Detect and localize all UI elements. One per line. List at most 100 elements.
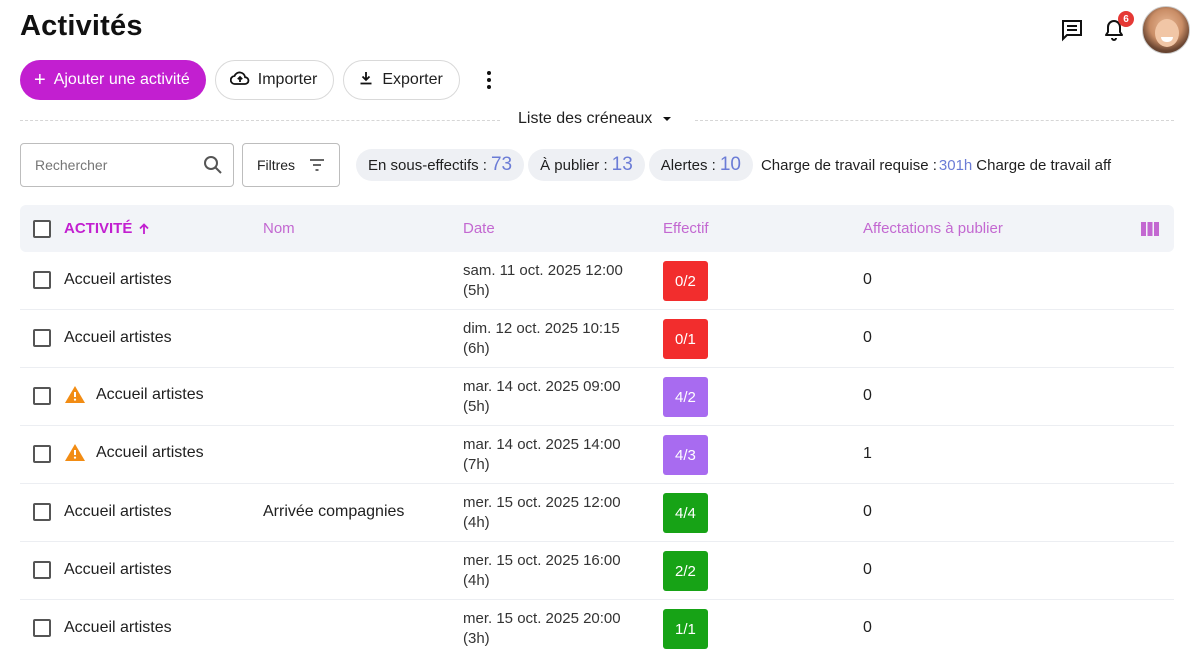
workload-required-label: Charge de travail requise : xyxy=(760,156,937,174)
add-activity-button[interactable]: + Ajouter une activité xyxy=(20,60,206,100)
activity-label: Accueil artistes xyxy=(64,561,172,578)
column-date-header[interactable]: Date xyxy=(463,220,495,237)
page-title: Activités xyxy=(20,10,143,42)
caret-down-icon xyxy=(663,117,672,121)
date-start: mer. 15 oct. 2025 12:00 xyxy=(463,494,621,511)
table-row[interactable]: Accueil artistes dim. 12 oct. 2025 10:15 (… xyxy=(20,310,1174,368)
activity-label: Accueil artistes xyxy=(96,385,204,403)
table-row[interactable]: Accueil artistes mar. 14 oct. 2025 14:00 (… xyxy=(20,426,1174,484)
row-checkbox[interactable] xyxy=(33,503,51,521)
date-duration: (7h) xyxy=(463,456,490,473)
row-checkbox[interactable] xyxy=(33,619,51,637)
staff-badge: 0/2 xyxy=(663,261,708,301)
user-avatar[interactable] xyxy=(1142,6,1190,54)
date-duration: (4h) xyxy=(463,514,490,531)
to-publish-cell: 0 xyxy=(863,271,872,288)
date-cell: mar. 14 oct. 2025 09:00 (5h) xyxy=(463,377,621,417)
date-duration: (6h) xyxy=(463,340,490,357)
date-start: mer. 15 oct. 2025 16:00 xyxy=(463,552,621,569)
activity-label: Accueil artistes xyxy=(64,619,172,636)
column-to-publish-header[interactable]: Affectations à publier xyxy=(863,220,1003,237)
messages-icon[interactable] xyxy=(1058,16,1086,44)
staff-badge: 4/2 xyxy=(663,377,708,417)
date-cell: dim. 12 oct. 2025 10:15 (6h) xyxy=(463,319,620,359)
row-checkbox[interactable] xyxy=(33,271,51,289)
date-duration: (5h) xyxy=(463,398,490,415)
header-actions: 6 xyxy=(1058,6,1190,54)
row-checkbox[interactable] xyxy=(33,387,51,405)
notification-badge: 6 xyxy=(1118,11,1134,27)
staff-badge: 4/4 xyxy=(663,493,708,533)
activity-label: Accueil artistes xyxy=(64,271,172,288)
workload-stats: Charge de travail requise : 301h Charge … xyxy=(757,157,1143,174)
chip-alerts-count: 10 xyxy=(719,154,741,175)
chip-understaffed-count: 73 xyxy=(490,154,513,175)
activity-cell: Accueil artistes xyxy=(64,329,172,347)
download-icon xyxy=(358,70,374,91)
summary-chips: En sous-effectifs : 73 À publier : 13 Al… xyxy=(356,149,1143,181)
activity-cell: Accueil artistes xyxy=(64,503,172,521)
staff-badge: 0/1 xyxy=(663,319,708,359)
date-start: sam. 11 oct. 2025 12:00 xyxy=(463,262,623,279)
table-body: Accueil artistes sam. 11 oct. 2025 12:00 (… xyxy=(20,252,1174,656)
table-row[interactable]: Accueil artistes mer. 15 oct. 2025 20:00 (… xyxy=(20,600,1174,656)
row-checkbox[interactable] xyxy=(33,561,51,579)
to-publish-cell: 1 xyxy=(863,445,872,462)
to-publish-cell: 0 xyxy=(863,561,872,578)
column-activity-header[interactable]: ACTIVITÉ xyxy=(64,220,150,237)
activity-cell: Accueil artistes xyxy=(64,271,172,289)
plus-icon: + xyxy=(34,69,46,91)
search-icon[interactable] xyxy=(203,155,223,175)
row-checkbox[interactable] xyxy=(33,329,51,347)
view-columns-icon[interactable] xyxy=(1141,222,1159,236)
table-row[interactable]: Accueil artistes sam. 11 oct. 2025 12:00 (… xyxy=(20,252,1174,310)
activity-cell: Accueil artistes xyxy=(64,443,204,462)
add-activity-label: Ajouter une activité xyxy=(53,71,190,88)
date-cell: mer. 15 oct. 2025 16:00 (4h) xyxy=(463,551,621,591)
chip-understaffed-label: En sous-effectifs : xyxy=(368,156,487,174)
activity-label: Accueil artistes xyxy=(96,443,204,461)
search-input[interactable] xyxy=(35,157,185,173)
table-row[interactable]: Accueil artistes mer. 15 oct. 2025 16:00 (… xyxy=(20,542,1174,600)
toolbar: + Ajouter une activité Importer Exporter xyxy=(20,60,501,100)
notifications-icon[interactable]: 6 xyxy=(1100,11,1134,44)
search-box xyxy=(20,143,234,187)
date-cell: mer. 15 oct. 2025 20:00 (3h) xyxy=(463,609,621,649)
chip-to-publish-count: 13 xyxy=(611,154,633,175)
activity-cell: Accueil artistes xyxy=(64,619,172,637)
to-publish-cell: 0 xyxy=(863,503,872,520)
column-staff-header[interactable]: Effectif xyxy=(663,220,709,237)
table-row[interactable]: Accueil artistes Arrivée compagnies mer. 1… xyxy=(20,484,1174,542)
export-button[interactable]: Exporter xyxy=(343,60,460,100)
activity-cell: Accueil artistes xyxy=(64,561,172,579)
date-start: dim. 12 oct. 2025 10:15 xyxy=(463,320,620,337)
select-all-checkbox[interactable] xyxy=(33,220,51,238)
chip-alerts[interactable]: Alertes : 10 xyxy=(648,149,753,181)
chip-understaffed[interactable]: En sous-effectifs : 73 xyxy=(356,149,525,181)
table-row[interactable]: Accueil artistes mar. 14 oct. 2025 09:00 (… xyxy=(20,368,1174,426)
activities-table: ACTIVITÉ Nom Date Effectif Affectations … xyxy=(20,205,1174,656)
staff-badge: 1/1 xyxy=(663,609,708,649)
warning-icon xyxy=(64,385,86,404)
column-activity-label: ACTIVITÉ xyxy=(64,220,133,237)
filters-button[interactable]: Filtres xyxy=(242,143,340,187)
filters-label: Filtres xyxy=(256,157,296,173)
table-header: ACTIVITÉ Nom Date Effectif Affectations … xyxy=(20,205,1174,252)
arrow-up-icon xyxy=(139,222,149,234)
filter-bar: Filtres En sous-effectifs : 73 À publier… xyxy=(20,143,1143,187)
import-label: Importer xyxy=(257,71,318,88)
date-duration: (4h) xyxy=(463,572,490,589)
more-vert-icon[interactable] xyxy=(477,60,501,100)
view-selector[interactable]: Liste des créneaux xyxy=(514,110,677,128)
export-label: Exporter xyxy=(382,71,443,88)
row-checkbox[interactable] xyxy=(33,445,51,463)
filter-list-icon xyxy=(310,159,325,171)
warning-icon xyxy=(64,443,86,462)
import-button[interactable]: Importer xyxy=(214,60,335,100)
date-cell: mar. 14 oct. 2025 14:00 (7h) xyxy=(463,435,621,475)
chip-to-publish[interactable]: À publier : 13 xyxy=(528,149,645,181)
name-cell: Arrivée compagnies xyxy=(263,503,405,520)
column-name-header[interactable]: Nom xyxy=(263,220,295,237)
date-start: mar. 14 oct. 2025 09:00 xyxy=(463,378,621,395)
activity-label: Accueil artistes xyxy=(64,503,172,520)
